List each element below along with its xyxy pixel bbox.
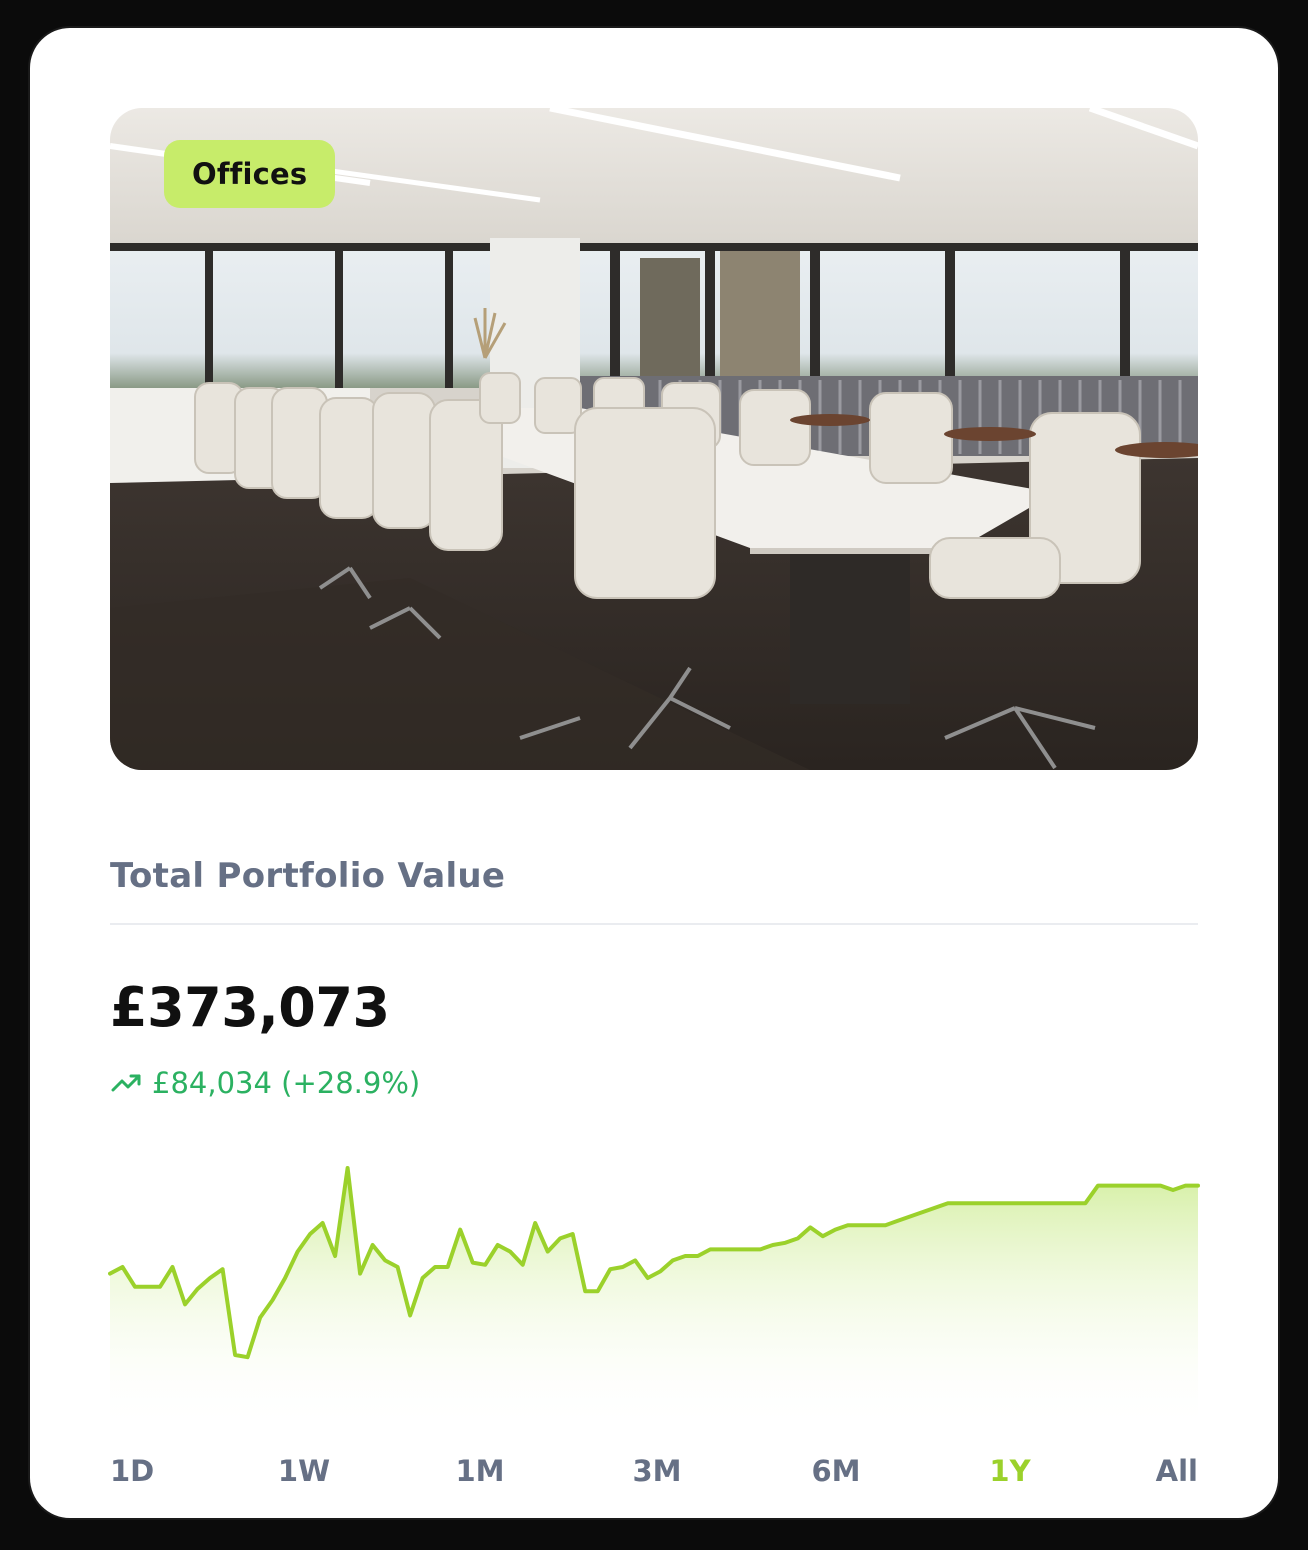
range-6m[interactable]: 6M xyxy=(811,1446,860,1496)
portfolio-card: Offices Total Portfolio Value £373,073 £… xyxy=(30,28,1278,1518)
property-type-tag: Offices xyxy=(164,140,336,208)
range-all[interactable]: All xyxy=(1156,1446,1198,1496)
value-change-text: £84,034 (+28.9%) xyxy=(152,1066,421,1100)
portfolio-title: Total Portfolio Value xyxy=(110,856,506,896)
range-3m[interactable]: 3M xyxy=(632,1446,681,1496)
value-change: £84,034 (+28.9%) xyxy=(110,1066,420,1100)
time-range-selector: 1D 1W 1M 3M 6M 1Y All xyxy=(110,1446,1198,1496)
portfolio-value: £373,073 xyxy=(110,976,390,1039)
range-1y[interactable]: 1Y xyxy=(989,1446,1030,1496)
range-1w[interactable]: 1W xyxy=(278,1446,330,1496)
property-photo[interactable]: Offices xyxy=(110,108,1198,770)
range-1m[interactable]: 1M xyxy=(455,1446,504,1496)
portfolio-chart xyxy=(108,1166,1200,1432)
divider xyxy=(110,923,1198,925)
trending-up-icon xyxy=(111,1074,141,1092)
range-1d[interactable]: 1D xyxy=(110,1446,154,1496)
